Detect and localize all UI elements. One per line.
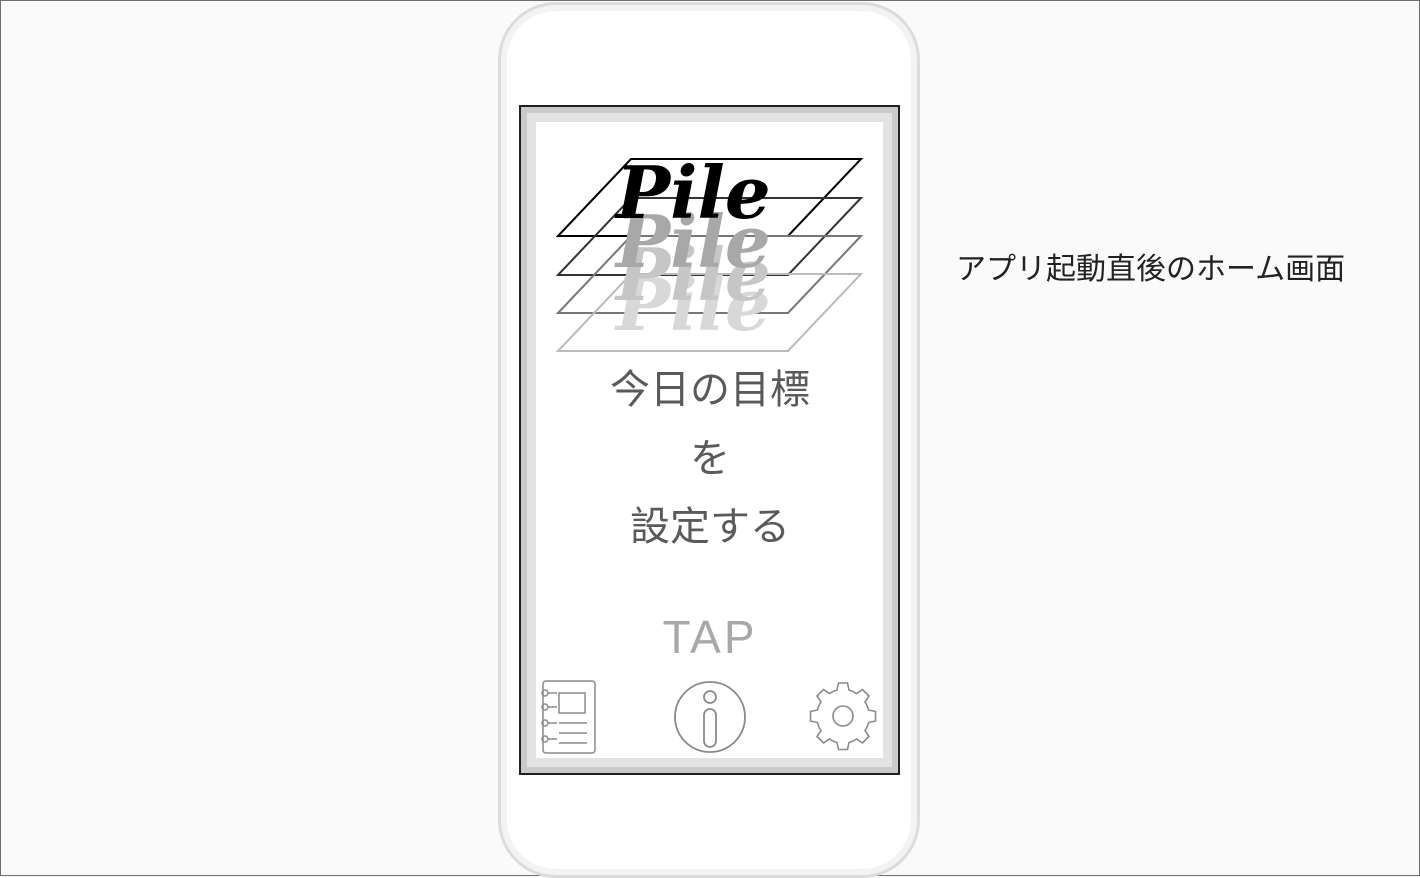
logo-text: Pile <box>614 155 771 235</box>
goal-line-3[interactable]: 設定する <box>535 503 885 551</box>
tap-label[interactable]: TAP <box>610 610 810 664</box>
pile-logo: Pile Pile Pile Pile <box>556 155 864 352</box>
info-icon[interactable] <box>672 679 748 755</box>
goal-line-2[interactable]: を <box>535 435 885 483</box>
goal-line-1[interactable]: 今日の目標 <box>535 366 885 414</box>
gear-icon[interactable] <box>806 680 880 754</box>
notebook-icon[interactable] <box>537 679 599 755</box>
screen-caption: アプリ起動直後のホーム画面 <box>956 252 1346 287</box>
